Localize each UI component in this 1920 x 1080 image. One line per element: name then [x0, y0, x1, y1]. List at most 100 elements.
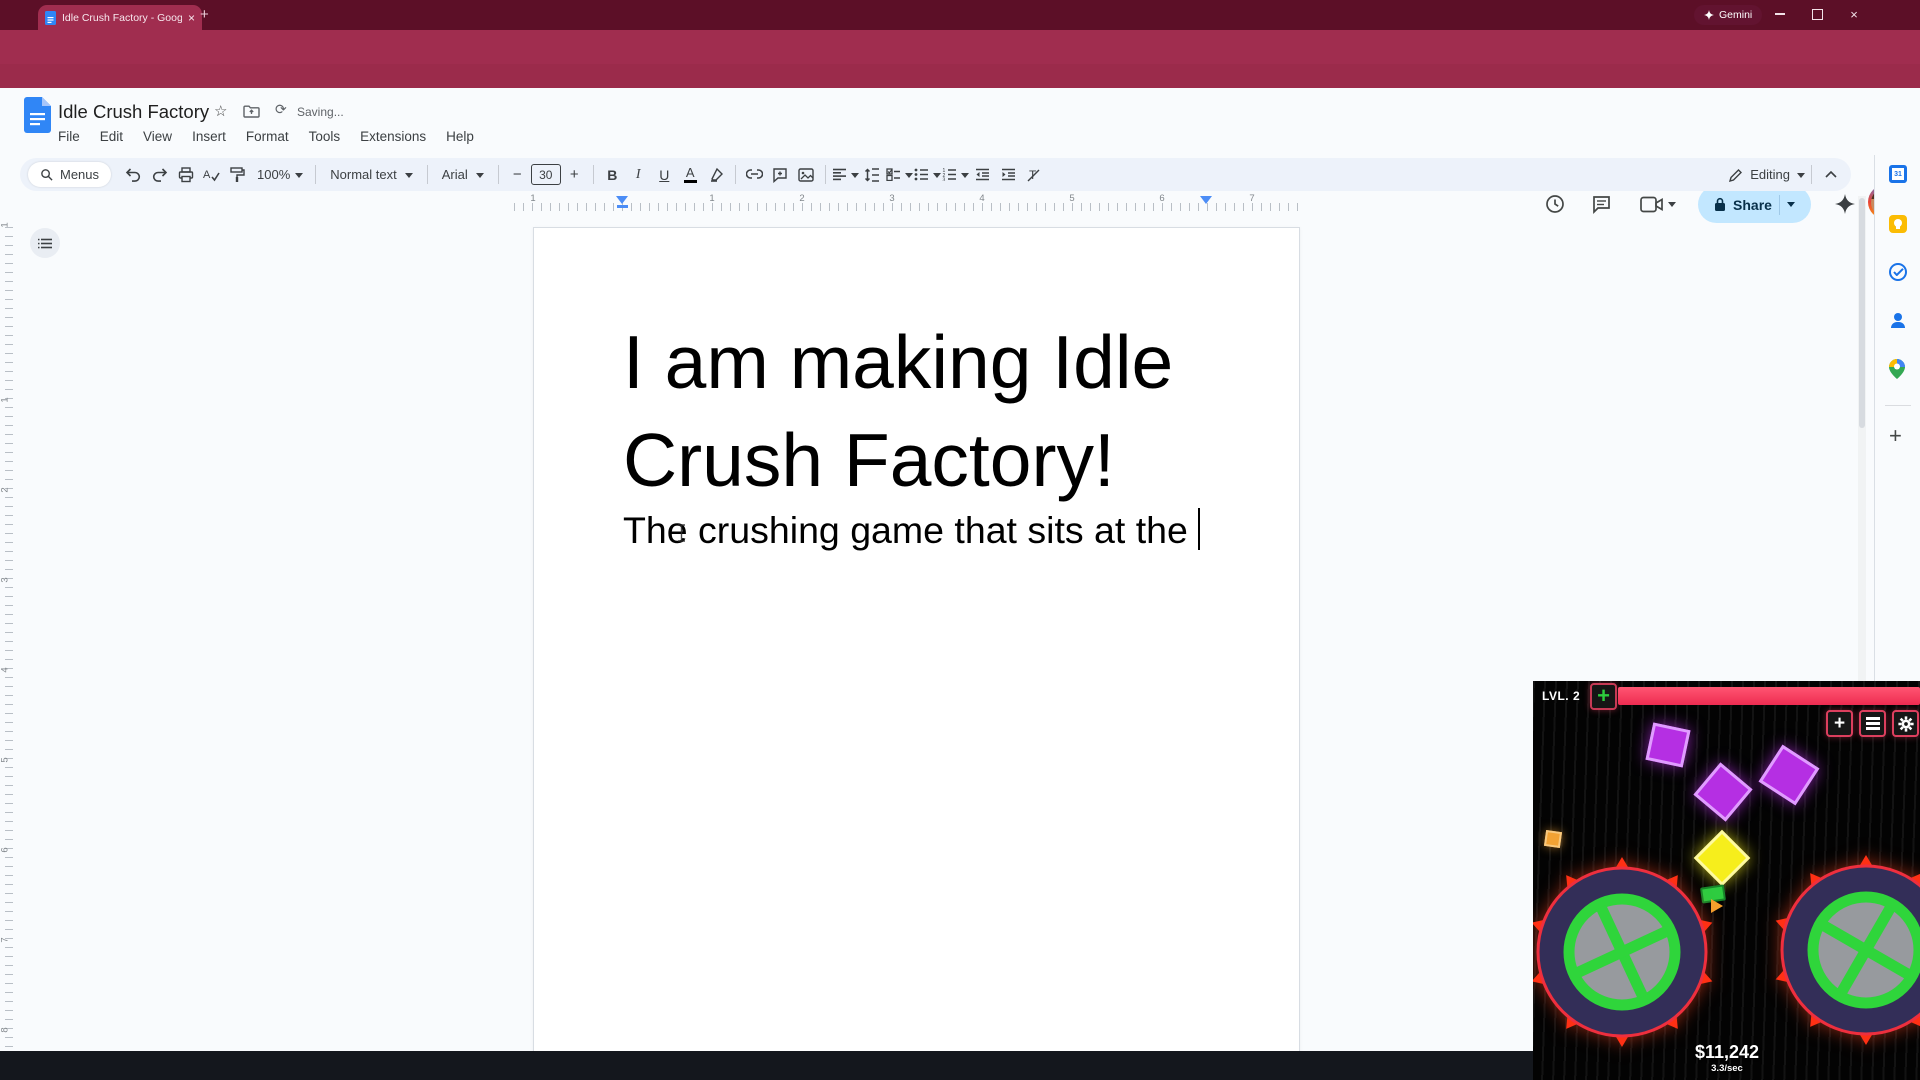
right-indent-marker[interactable] [1200, 196, 1212, 204]
insert-link-button[interactable] [742, 162, 767, 187]
bulleted-list-button[interactable] [914, 168, 941, 182]
text-color-a: A [686, 166, 695, 179]
bold-button[interactable]: B [600, 162, 625, 187]
underline-button[interactable]: U [652, 162, 677, 187]
docs-favicon-icon [45, 11, 56, 25]
print-button[interactable] [173, 162, 198, 187]
collapse-toolbar-button[interactable] [1818, 162, 1843, 187]
ruler-number: 4 [0, 665, 11, 675]
align-button[interactable] [832, 168, 859, 182]
body-text: The crushing game that sits at the [623, 509, 1198, 551]
crusher-right[interactable] [1771, 855, 1920, 1045]
document-page[interactable]: I am making Idle Crush Factory! The crus… [533, 227, 1300, 1052]
document-outline-button[interactable] [30, 228, 60, 258]
gemini-sparkle-icon[interactable] [1830, 189, 1860, 219]
share-button[interactable]: Share [1698, 186, 1811, 223]
redo-button[interactable] [147, 162, 172, 187]
left-margin-marker[interactable] [617, 205, 628, 208]
vertical-ruler[interactable] [5, 227, 13, 1051]
editing-mode-select[interactable]: Editing [1729, 167, 1805, 182]
comments-icon[interactable] [1586, 189, 1616, 219]
menu-format[interactable]: Format [236, 126, 299, 147]
chevron-down-icon [295, 173, 303, 182]
line-spacing-button[interactable] [860, 162, 885, 187]
menu-help[interactable]: Help [436, 126, 484, 147]
menu-view[interactable]: View [133, 126, 182, 147]
docs-header: Idle Crush Factory ☆ ⟳ Saving... File Ed… [0, 88, 1920, 156]
calendar-icon[interactable]: 31 [1889, 165, 1907, 183]
menus-search-button[interactable]: Menus [28, 162, 111, 187]
text-color-button[interactable]: A [678, 162, 703, 187]
clear-formatting-button[interactable]: T [1022, 162, 1047, 187]
contacts-icon[interactable] [1889, 311, 1907, 329]
window-close-button[interactable]: × [1837, 0, 1871, 28]
numbered-list-button[interactable]: 123 [942, 168, 969, 182]
new-tab-button[interactable]: + [200, 6, 209, 23]
google-side-panel: 31 + [1874, 155, 1920, 681]
add-comment-button[interactable] [768, 162, 793, 187]
menu-extensions[interactable]: Extensions [350, 126, 436, 147]
font-size-input[interactable]: 30 [531, 164, 561, 185]
window-minimize-button[interactable] [1763, 0, 1797, 28]
share-dropdown-icon[interactable] [1787, 202, 1795, 211]
game-menu-button[interactable] [1859, 710, 1886, 737]
money-counter: $11,242 [1647, 1042, 1807, 1063]
chrome-nav-bar: ← → ⟳ docs.google.com/document/d/1jnqgSV… [0, 30, 1920, 64]
ruler-number: 1 [0, 395, 11, 405]
keep-icon[interactable] [1889, 215, 1907, 233]
ruler-number: 1 [0, 220, 11, 230]
menu-tools[interactable]: Tools [299, 126, 351, 147]
docs-app-icon[interactable] [24, 97, 51, 133]
maps-icon[interactable] [1889, 359, 1907, 377]
gemini-button[interactable]: Gemini [1694, 5, 1762, 25]
docs-scrollbar-thumb[interactable] [1859, 198, 1865, 428]
undo-button[interactable] [121, 162, 146, 187]
increase-indent-button[interactable] [996, 162, 1021, 187]
horizontal-ruler[interactable] [514, 203, 1304, 211]
divider [593, 165, 594, 184]
left-indent-marker[interactable] [616, 196, 628, 204]
plus-icon: + [1597, 686, 1610, 706]
ruler-number: 1 [709, 193, 714, 204]
italic-button[interactable]: I [626, 162, 651, 187]
game-add-button[interactable]: + [1826, 710, 1853, 737]
doc-title[interactable]: Idle Crush Factory [58, 101, 209, 123]
chevron-down-icon[interactable] [1668, 202, 1676, 211]
star-doc-icon[interactable]: ☆ [214, 102, 227, 120]
paragraph-style-select[interactable]: Normal text [322, 167, 420, 182]
menu-insert[interactable]: Insert [182, 126, 236, 147]
meet-video-icon[interactable] [1634, 189, 1682, 219]
tab-close-icon[interactable]: × [188, 11, 195, 25]
window-maximize-button[interactable] [1800, 0, 1834, 28]
move-folder-icon[interactable] [243, 105, 260, 118]
level-add-button[interactable]: + [1590, 683, 1617, 710]
gear-icon [1898, 716, 1914, 732]
divider [427, 165, 428, 184]
crusher-left[interactable] [1533, 857, 1717, 1047]
highlight-color-button[interactable] [704, 162, 729, 187]
mouse-cursor-ibeam [677, 524, 686, 542]
decrease-indent-button[interactable] [970, 162, 995, 187]
tasks-icon[interactable] [1889, 263, 1907, 281]
font-select[interactable]: Arial [434, 167, 492, 182]
paint-format-button[interactable] [225, 162, 250, 187]
browser-tab[interactable]: Idle Crush Factory - Google Docs × [38, 5, 202, 30]
menu-file[interactable]: File [48, 126, 90, 147]
ruler-number: 6 [0, 845, 11, 855]
side-panel-add-button[interactable]: + [1889, 427, 1902, 445]
checklist-button[interactable] [886, 168, 913, 182]
divider [735, 165, 736, 184]
zoom-select[interactable]: 100% [251, 167, 309, 182]
menu-edit[interactable]: Edit [90, 126, 133, 147]
insert-image-button[interactable] [794, 162, 819, 187]
sync-status-icon: ⟳ [275, 101, 287, 118]
bookmarks-bar: All Bookmarks [0, 64, 1920, 88]
ruler-number: 2 [0, 485, 11, 495]
spell-check-button[interactable]: A [199, 162, 224, 187]
font-size-decrease-button[interactable]: − [505, 162, 530, 187]
ruler-number: 3 [0, 575, 11, 585]
font-size-increase-button[interactable]: + [562, 162, 587, 187]
version-history-icon[interactable] [1540, 189, 1570, 219]
game-settings-button[interactable] [1892, 710, 1919, 737]
svg-text:3: 3 [942, 178, 945, 182]
